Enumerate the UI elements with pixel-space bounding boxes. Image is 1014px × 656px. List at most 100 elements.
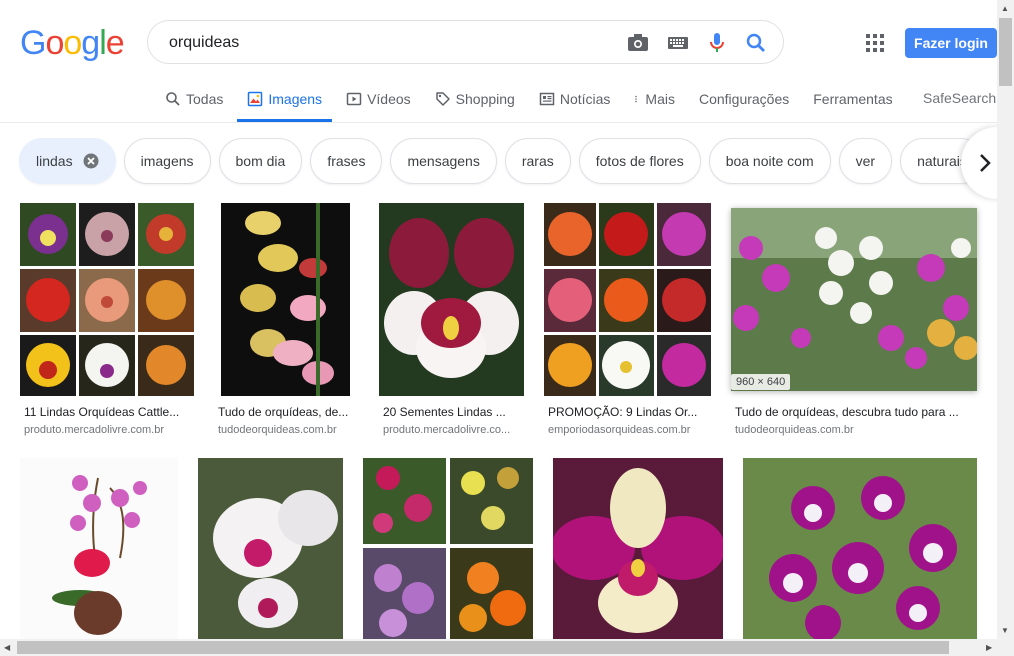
scroll-right-arrow-icon[interactable]: ▶ <box>986 643 992 652</box>
horizontal-scroll-thumb[interactable] <box>17 641 949 654</box>
result-caption[interactable]: Tudo de orquídeas, descubra tudo para ..… <box>735 405 959 419</box>
scroll-left-arrow-icon[interactable]: ◀ <box>4 643 10 652</box>
more-vert-icon <box>635 95 638 103</box>
tab-label: Mais <box>645 91 675 107</box>
tab-tools[interactable]: Ferramentas <box>813 84 892 122</box>
tab-label: Notícias <box>559 91 611 107</box>
microphone-icon[interactable] <box>705 31 729 55</box>
search-icon[interactable] <box>744 31 768 55</box>
chip-mensagens[interactable]: mensagens <box>390 138 497 184</box>
tab-images[interactable]: Imagens <box>237 84 333 122</box>
miltonia-orchid-image <box>379 203 524 396</box>
search-box <box>147 20 784 64</box>
chip-lindas[interactable]: lindas <box>19 138 116 184</box>
chip-frases[interactable]: frases <box>310 138 383 184</box>
chip-label: boa noite com <box>725 153 814 169</box>
login-button[interactable]: Fazer login <box>905 28 997 58</box>
search-icon <box>166 92 180 106</box>
camera-icon[interactable] <box>626 31 650 55</box>
chip-bom-dia[interactable]: bom dia <box>218 138 303 184</box>
chip-label: mensagens <box>407 153 480 169</box>
orchid-collage-image <box>20 203 194 396</box>
chip-raras[interactable]: raras <box>504 138 571 184</box>
close-icon[interactable] <box>83 153 99 169</box>
logo-letter: o <box>45 24 64 62</box>
tab-more[interactable]: Mais <box>634 84 675 122</box>
potted-orchid-image <box>20 458 178 639</box>
white-orchid-image <box>198 458 343 639</box>
chevron-right-icon <box>980 154 991 172</box>
dendrobium-orchid-image <box>743 458 977 639</box>
cymbidium-orchid-image <box>221 203 350 396</box>
result-image-8[interactable] <box>363 458 533 639</box>
chip-label: frases <box>327 153 366 169</box>
tab-label: Todas <box>186 91 224 107</box>
chip-boa-noite-com[interactable]: boa noite com <box>708 138 831 184</box>
safesearch-label: SafeSearch <box>923 90 997 106</box>
play-icon <box>346 92 362 106</box>
result-caption[interactable]: 20 Sementes Lindas ... <box>383 405 506 419</box>
result-caption[interactable]: Tudo de orquídeas, de... <box>218 405 348 419</box>
chip-fotos-de-flores[interactable]: fotos de flores <box>578 138 701 184</box>
result-image-7[interactable] <box>198 458 343 639</box>
google-logo[interactable]: Google <box>20 24 125 63</box>
tab-label: Configurações <box>698 91 790 107</box>
tab-label: Vídeos <box>367 91 411 107</box>
scroll-up-arrow-icon[interactable]: ▲ <box>1001 4 1009 13</box>
orchid-collage-image <box>363 458 533 639</box>
result-image-4[interactable] <box>544 203 711 396</box>
result-caption[interactable]: 11 Lindas Orquídeas Cattle... <box>24 405 179 419</box>
image-icon <box>248 91 263 107</box>
logo-letter: e <box>105 24 125 62</box>
result-image-10[interactable] <box>743 458 977 639</box>
tab-videos[interactable]: Vídeos <box>346 84 411 122</box>
scroll-down-arrow-icon[interactable]: ▼ <box>1001 626 1009 635</box>
result-image-5[interactable] <box>731 208 977 391</box>
tag-icon <box>435 92 450 106</box>
chip-label: imagens <box>140 153 194 169</box>
tab-settings[interactable]: Configurações <box>699 84 789 122</box>
header: Google Fazer login Todas Imagens Vídeos … <box>0 0 1006 123</box>
vertical-scroll-thumb[interactable] <box>999 18 1012 86</box>
chip-ver[interactable]: ver <box>838 138 893 184</box>
logo-letter: g <box>81 24 100 62</box>
safesearch-toggle[interactable]: SafeSearch▼ <box>923 90 1006 106</box>
tab-label: Ferramentas <box>813 91 893 107</box>
result-source[interactable]: emporiodasorquideas.com.br <box>548 424 690 436</box>
tab-shopping[interactable]: Shopping <box>435 84 515 122</box>
chip-label: lindas <box>36 153 73 169</box>
chip-label: naturais <box>917 153 967 169</box>
tab-label: Shopping <box>455 91 515 107</box>
search-input[interactable] <box>167 31 611 55</box>
result-image-9[interactable] <box>553 458 723 639</box>
purple-orchid-image <box>553 458 723 639</box>
chip-label: bom dia <box>235 153 286 169</box>
tab-news[interactable]: Notícias <box>539 84 611 122</box>
vertical-scrollbar[interactable] <box>997 0 1014 639</box>
result-source[interactable]: produto.mercadolivre.com.br <box>24 424 164 436</box>
chip-label: raras <box>521 153 554 169</box>
logo-letter: G <box>20 24 46 62</box>
tab-all[interactable]: Todas <box>165 84 223 122</box>
tab-label: Imagens <box>268 91 323 107</box>
result-source[interactable]: produto.mercadolivre.co... <box>383 424 510 436</box>
orchid-collage-image <box>544 203 711 396</box>
result-source[interactable]: tudodeorquideas.com.br <box>735 424 854 436</box>
image-dimensions-badge: 960 × 640 <box>731 374 791 390</box>
chip-label: ver <box>855 153 876 169</box>
news-icon <box>539 92 555 106</box>
result-source[interactable]: tudodeorquideas.com.br <box>218 424 337 436</box>
related-chips: lindas imagens bom dia frases mensagens … <box>19 138 992 188</box>
result-image-6[interactable] <box>20 458 178 639</box>
result-image-3[interactable] <box>379 203 524 396</box>
keyboard-icon[interactable] <box>666 31 690 55</box>
chip-label: fotos de flores <box>595 153 684 169</box>
phalaenopsis-greenhouse-image <box>731 208 977 391</box>
result-caption[interactable]: PROMOÇÃO: 9 Lindas Or... <box>548 405 697 419</box>
apps-grid-icon[interactable] <box>864 32 886 54</box>
search-tabs: Todas Imagens Vídeos Shopping Notícias M… <box>165 84 917 122</box>
result-image-2[interactable] <box>218 203 358 396</box>
chip-imagens[interactable]: imagens <box>123 138 211 184</box>
result-image-1[interactable] <box>20 203 194 396</box>
logo-letter: o <box>63 24 82 62</box>
